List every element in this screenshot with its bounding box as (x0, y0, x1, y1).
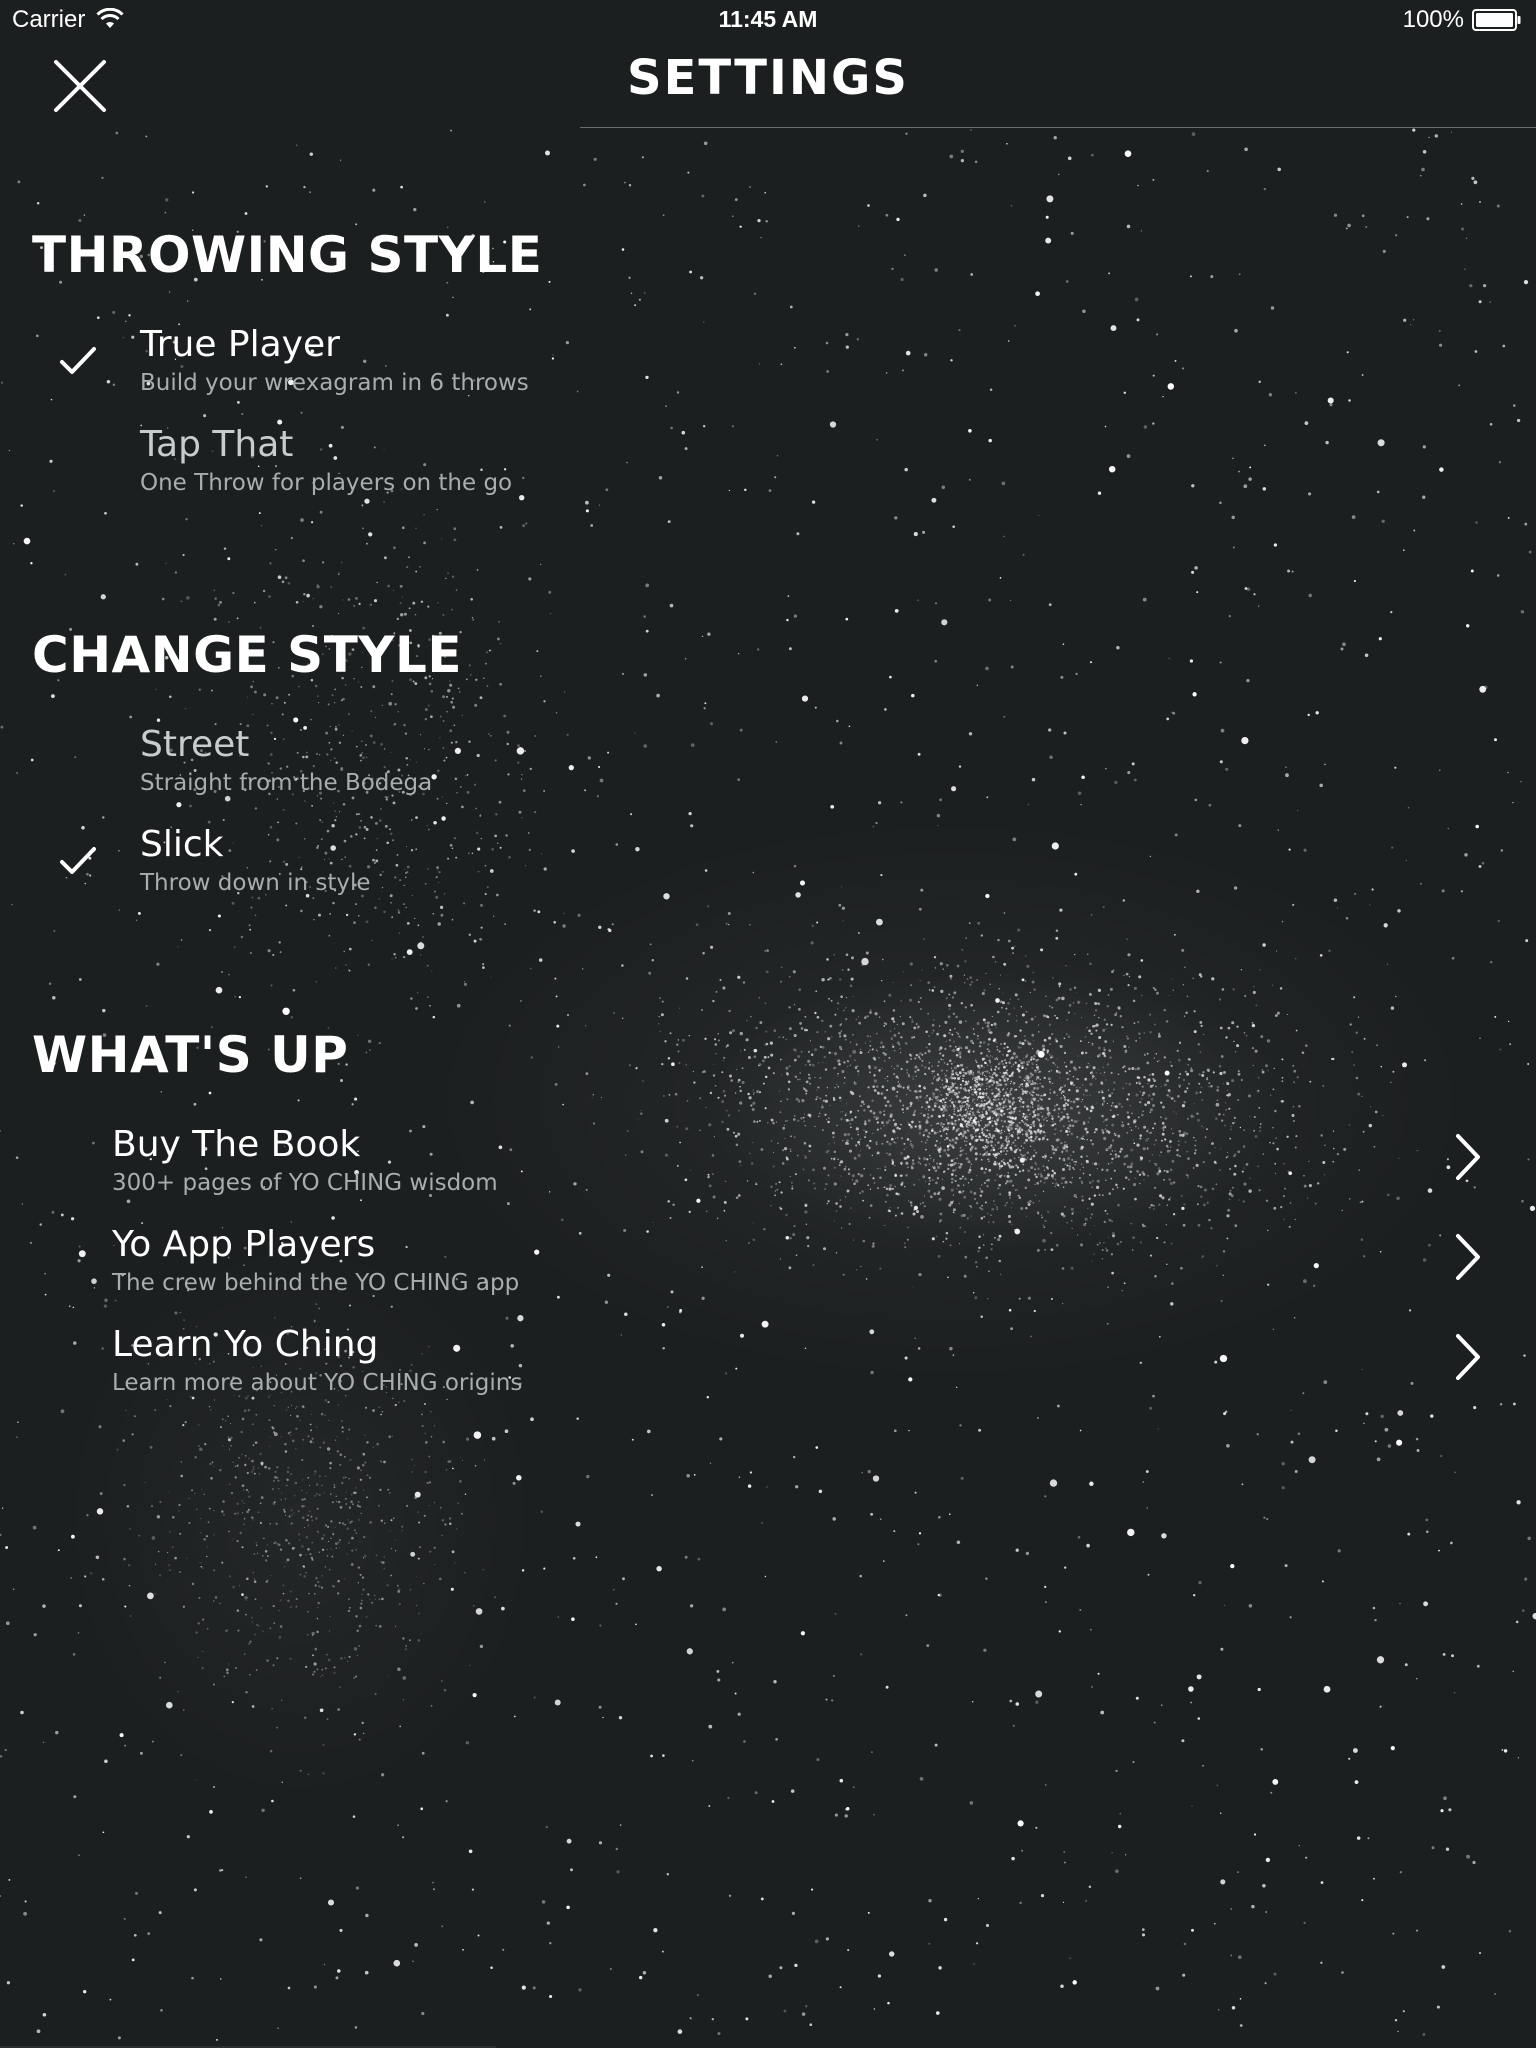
link-title: Learn Yo Ching (112, 1324, 379, 1365)
status-battery-percent: 100% (1402, 6, 1464, 33)
option-subtitle: Build your wrexagram in 6 throws (140, 370, 529, 396)
checkmark-icon (60, 847, 96, 874)
option-tap-that[interactable]: Tap That One Throw for players on the go (0, 424, 1536, 520)
link-subtitle: The crew behind the YO CHING app (112, 1270, 520, 1296)
option-slick[interactable]: Slick Throw down in style (0, 824, 1536, 920)
option-title: Street (140, 724, 250, 765)
option-true-player[interactable]: True Player Build your wrexagram in 6 th… (0, 324, 1536, 420)
link-buy-the-book[interactable]: Buy The Book 300+ pages of YO CHING wisd… (0, 1124, 1536, 1220)
link-yo-app-players[interactable]: Yo App Players The crew behind the YO CH… (0, 1224, 1536, 1320)
option-title: Slick (140, 824, 224, 865)
option-title: True Player (140, 324, 340, 365)
battery-icon (1472, 9, 1521, 31)
option-subtitle: Straight from the Bodega (140, 770, 433, 796)
option-subtitle: One Throw for players on the go (140, 470, 513, 496)
chevron-right-icon (1456, 1134, 1480, 1180)
link-subtitle: Learn more about YO CHING origins (112, 1370, 523, 1396)
starfield-background (0, 128, 1536, 2041)
link-title: Yo App Players (112, 1224, 376, 1265)
header-divider (580, 127, 1536, 128)
status-time: 11:45 AM (718, 6, 818, 32)
section-heading-whats-up: WHAT'S UP (32, 1026, 349, 1084)
option-subtitle: Throw down in style (140, 870, 371, 896)
settings-screen: Carrier 11:45 AM 100% SETTINGS THROWING … (0, 0, 1536, 2048)
link-learn-yo-ching[interactable]: Learn Yo Ching Learn more about YO CHING… (0, 1324, 1536, 1420)
option-street[interactable]: Street Straight from the Bodega (0, 724, 1536, 820)
link-subtitle: 300+ pages of YO CHING wisdom (112, 1170, 498, 1196)
page-title: SETTINGS (627, 50, 909, 106)
link-title: Buy The Book (112, 1124, 361, 1165)
section-heading-throwing-style: THROWING STYLE (32, 226, 543, 284)
chevron-right-icon (1456, 1234, 1480, 1280)
option-title: Tap That (140, 424, 294, 465)
status-bar: Carrier 11:45 AM 100% (0, 0, 1536, 40)
chevron-right-icon (1456, 1334, 1480, 1380)
checkmark-icon (60, 347, 96, 374)
section-heading-change-style: CHANGE STYLE (32, 626, 463, 684)
